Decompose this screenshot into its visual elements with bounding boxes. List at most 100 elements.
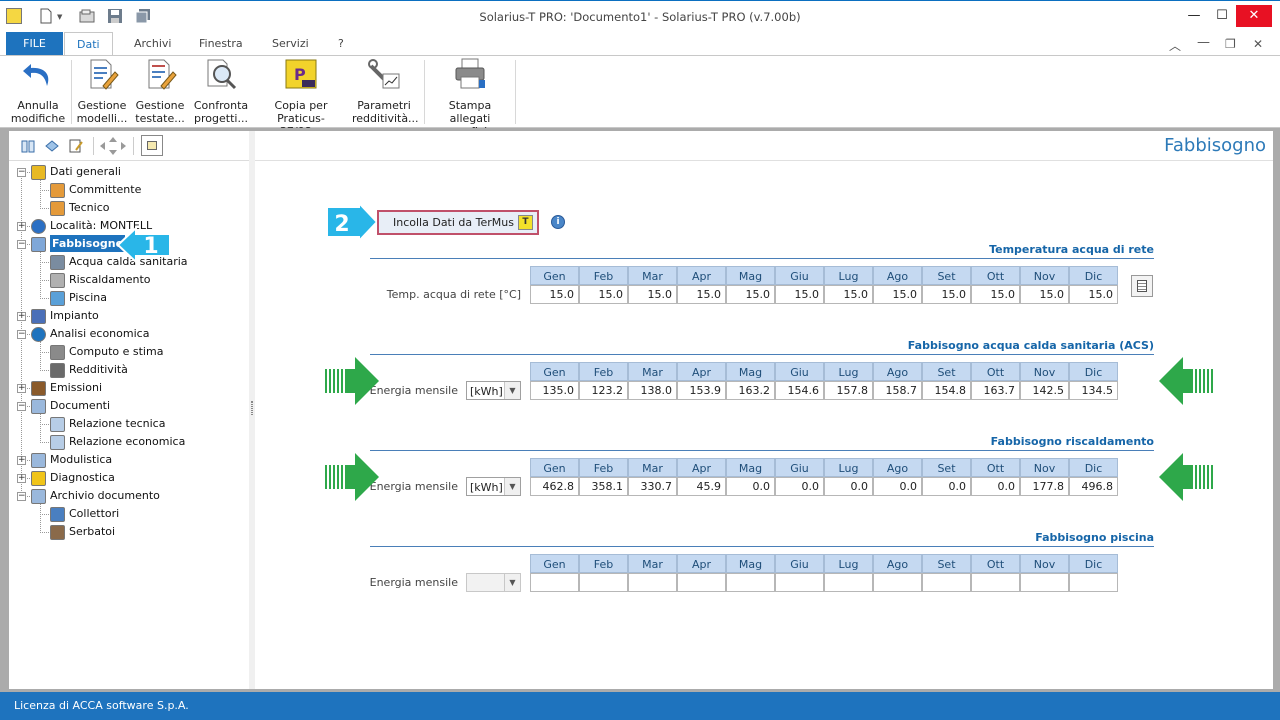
month-value-cell[interactable]: 15.0 [677,285,726,304]
month-value-cell[interactable]: 142.5 [1020,381,1069,400]
month-value-cell[interactable]: 123.2 [579,381,628,400]
month-value-cell[interactable]: 15.0 [579,285,628,304]
month-value-cell[interactable]: 153.9 [677,381,726,400]
month-value-cell[interactable]: 15.0 [530,285,579,304]
tree-item-modulistica[interactable]: + Modulistica [9,451,244,469]
month-value-cell[interactable]: 358.1 [579,477,628,496]
collapse-ribbon-icon[interactable]: ︿ [1169,37,1181,54]
tree-item-analisi-economica[interactable]: − Analisi economica [9,325,244,343]
month-value-cell[interactable]: 462.8 [530,477,579,496]
month-value-cell[interactable] [1069,573,1118,592]
month-value-cell[interactable] [726,573,775,592]
toggle-view-button[interactable] [141,135,163,156]
month-value-cell[interactable]: 154.6 [775,381,824,400]
month-value-cell[interactable]: 15.0 [726,285,775,304]
fabbisogno-riscaldamento-unit-select[interactable]: [kWh] ▼ [466,477,521,496]
month-value-cell[interactable]: 15.0 [1020,285,1069,304]
month-value-cell[interactable]: 15.0 [775,285,824,304]
manage-headers-button[interactable]: Gestione testate... [132,58,188,126]
month-value-cell[interactable]: 15.0 [824,285,873,304]
profitability-params-button[interactable]: Parametri redditività... [352,58,419,126]
month-value-cell[interactable]: 0.0 [922,477,971,496]
tree-item-tecnico[interactable]: Tecnico [9,199,244,217]
tab-servizi[interactable]: Servizi [260,32,321,56]
collapse-node-icon[interactable]: − [17,240,26,249]
collapse-node-icon[interactable]: − [17,492,26,501]
tree-item-riscaldamento[interactable]: Riscaldamento [9,271,244,289]
collapse-node-icon[interactable]: − [17,330,26,339]
undo-button[interactable]: Annulla modifiche [8,58,68,126]
tree-item-documenti[interactable]: − Documenti [9,397,244,415]
month-value-cell[interactable]: 330.7 [628,477,677,496]
expand-node-icon[interactable]: + [17,384,26,393]
fabbisogno-acs-unit-select[interactable]: [kWh] ▼ [466,381,521,400]
month-value-cell[interactable]: 163.2 [726,381,775,400]
month-value-cell[interactable]: 157.8 [824,381,873,400]
tree-item-redditivit[interactable]: Redditività [9,361,244,379]
tree-item-archivio-documento[interactable]: − Archivio documento [9,487,244,505]
tree-item-impianto[interactable]: + Impianto [9,307,244,325]
month-value-cell[interactable]: 0.0 [824,477,873,496]
manage-models-button[interactable]: Gestione modelli... [74,58,130,126]
tree-item-dati-generali[interactable]: − Dati generali [9,163,244,181]
tree-item-emissioni[interactable]: + Emissioni [9,379,244,397]
info-icon[interactable]: i [551,215,565,229]
month-value-cell[interactable]: 177.8 [1020,477,1069,496]
tab-finestra[interactable]: Finestra [187,32,255,56]
tree-item-relazione-economica[interactable]: Relazione economica [9,433,244,451]
month-value-cell[interactable] [971,573,1020,592]
tree-item-piscina[interactable]: Piscina [9,289,244,307]
month-value-cell[interactable] [530,573,579,592]
month-value-cell[interactable] [775,573,824,592]
month-value-cell[interactable] [677,573,726,592]
paste-termus-button[interactable]: Incolla Dati da TerMus T [377,210,539,235]
tab-dati[interactable]: Dati [64,32,113,57]
tree-item-collettori[interactable]: Collettori [9,505,244,523]
month-value-cell[interactable] [579,573,628,592]
print-charts-button[interactable]: Stampa allegati grafici [430,58,510,138]
month-value-cell[interactable]: 163.7 [971,381,1020,400]
expand-node-icon[interactable]: + [17,222,26,231]
month-value-cell[interactable]: 154.8 [922,381,971,400]
mdi-restore-icon[interactable]: ❐ [1225,37,1236,51]
tree-item-relazione-tecnica[interactable]: Relazione tecnica [9,415,244,433]
month-value-cell[interactable]: 138.0 [628,381,677,400]
month-value-cell[interactable]: 15.0 [873,285,922,304]
month-value-cell[interactable] [824,573,873,592]
month-value-cell[interactable] [873,573,922,592]
month-value-cell[interactable]: 15.0 [628,285,677,304]
month-value-cell[interactable]: 15.0 [971,285,1020,304]
tree-item-serbatoi[interactable]: Serbatoi [9,523,244,541]
close-button[interactable]: ✕ [1236,5,1272,27]
expand-node-icon[interactable]: + [17,474,26,483]
tree-item-diagnostica[interactable]: + Diagnostica [9,469,244,487]
month-value-cell[interactable]: 0.0 [775,477,824,496]
tab-help[interactable]: ? [326,32,356,56]
copy-praticus-button[interactable]: P Copia per Praticus-37/08... [257,58,345,138]
month-value-cell[interactable]: 496.8 [1069,477,1118,496]
month-value-cell[interactable] [628,573,677,592]
mdi-close-icon[interactable]: ✕ [1253,37,1263,51]
tab-file[interactable]: FILE [6,32,63,56]
mdi-minimize-icon[interactable]: — [1197,35,1210,50]
month-value-cell[interactable]: 15.0 [1069,285,1118,304]
compare-projects-button[interactable]: Confronta progetti... [191,58,251,126]
month-value-cell[interactable]: 134.5 [1069,381,1118,400]
properties-icon[interactable] [68,138,84,154]
tree-item-committente[interactable]: Committente [9,181,244,199]
month-value-cell[interactable]: 135.0 [530,381,579,400]
month-value-cell[interactable] [922,573,971,592]
expand-node-icon[interactable]: + [17,456,26,465]
expand-node-icon[interactable]: + [17,312,26,321]
calculator-button[interactable] [1131,275,1153,297]
tab-archivi[interactable]: Archivi [122,32,183,56]
move-arrows-icon[interactable] [99,136,127,156]
month-value-cell[interactable]: 0.0 [873,477,922,496]
collapse-node-icon[interactable]: − [17,168,26,177]
month-value-cell[interactable]: 0.0 [726,477,775,496]
month-value-cell[interactable]: 0.0 [971,477,1020,496]
expand-all-icon[interactable] [20,138,36,154]
month-value-cell[interactable] [1020,573,1069,592]
collapse-all-icon[interactable] [44,138,60,154]
collapse-node-icon[interactable]: − [17,402,26,411]
